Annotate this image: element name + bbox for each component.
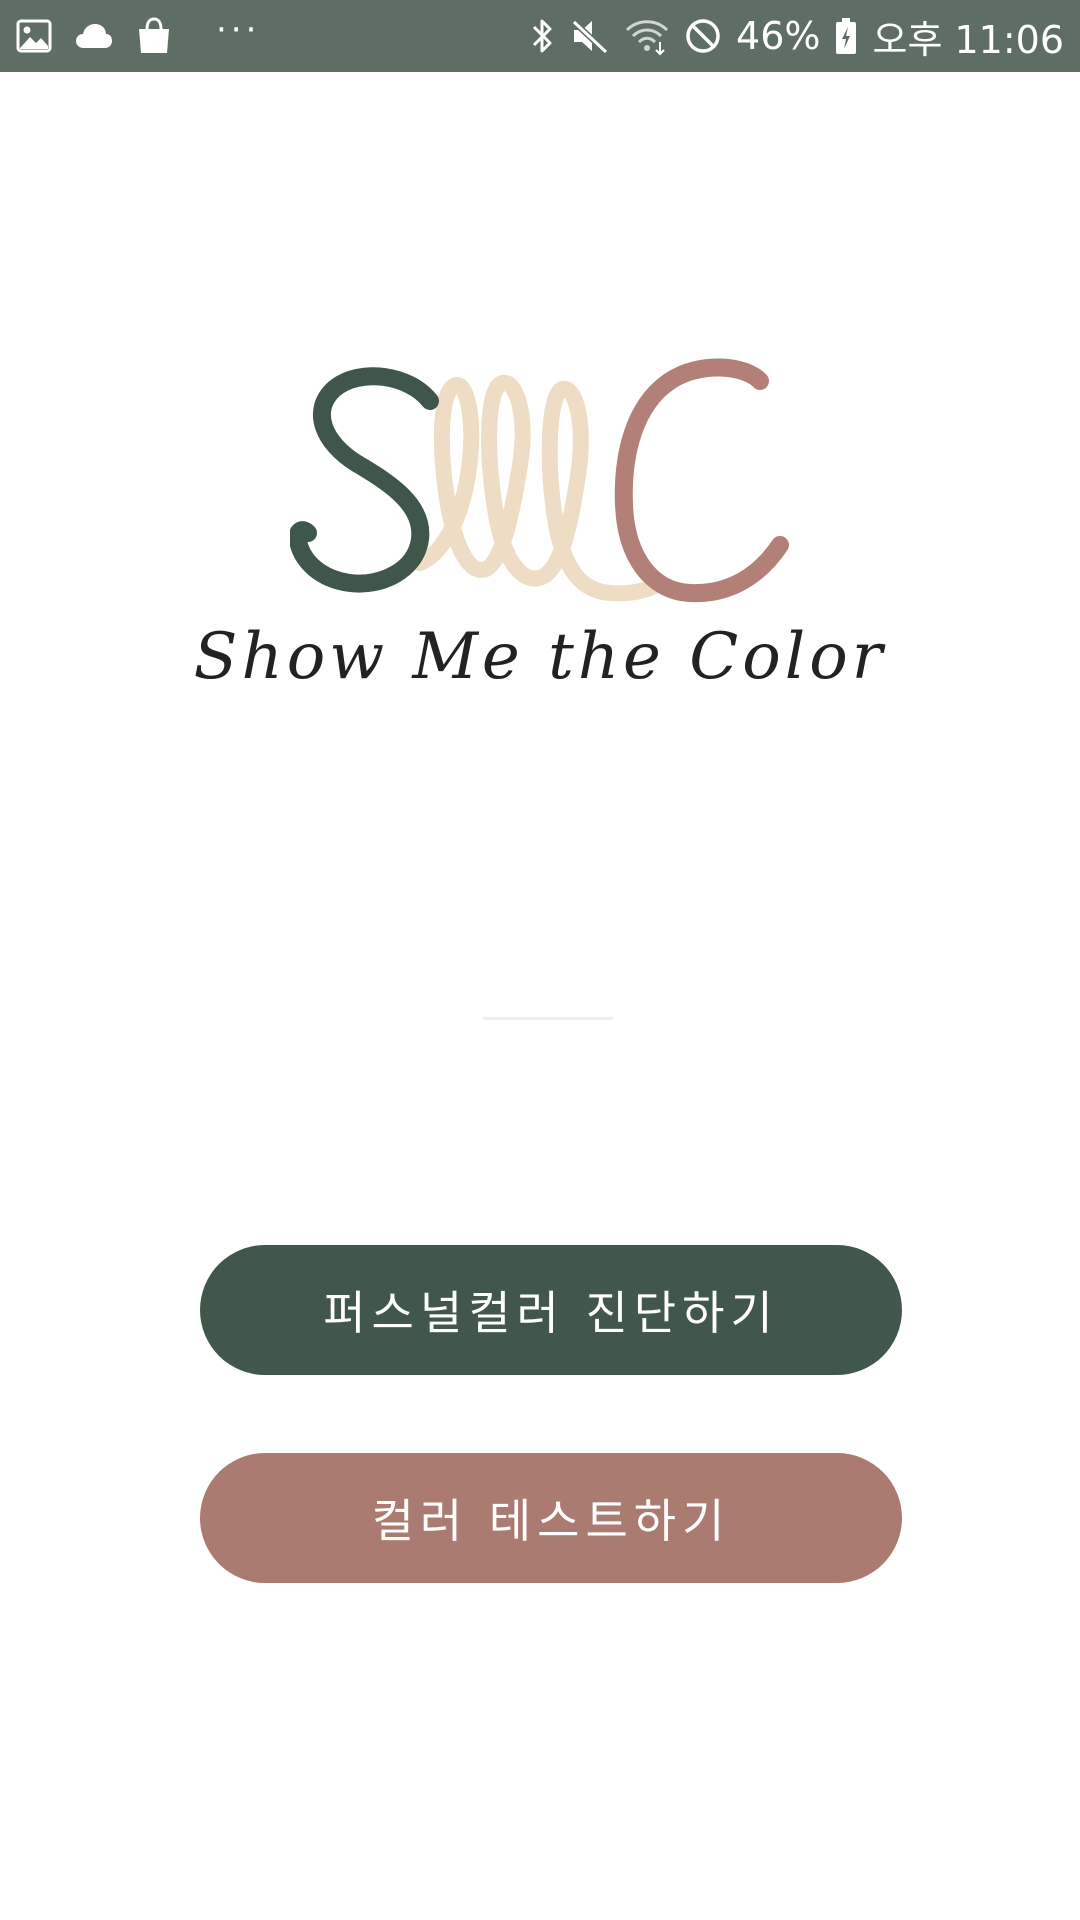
cloud-icon (74, 22, 114, 50)
mute-icon (570, 16, 610, 56)
battery-charging-icon (834, 16, 858, 56)
clock: 오후 11:06 (872, 17, 1064, 62)
status-bar-left: ··· (16, 10, 261, 58)
wifi-icon (624, 16, 670, 56)
logo-mark (290, 358, 789, 603)
tagline: Show Me the Color (193, 620, 887, 694)
logo-letter-c (614, 358, 789, 603)
status-bar: ··· 46% 오후 11:06 (0, 0, 1080, 72)
personal-color-diagnosis-button[interactable]: 퍼스널컬러 진단하기 (200, 1245, 902, 1375)
battery-percent: 46% (736, 14, 821, 58)
logo-letter-s (290, 367, 439, 593)
bluetooth-icon (530, 16, 556, 56)
do-not-disturb-icon (684, 17, 722, 55)
more-notifications-icon: ··· (216, 10, 261, 50)
shopping-bag-icon (136, 17, 172, 55)
divider (483, 1017, 613, 1020)
status-bar-right: 46% 오후 11:06 (530, 12, 1064, 62)
color-test-button[interactable]: 컬러 테스트하기 (200, 1453, 902, 1583)
gallery-icon (16, 19, 52, 53)
